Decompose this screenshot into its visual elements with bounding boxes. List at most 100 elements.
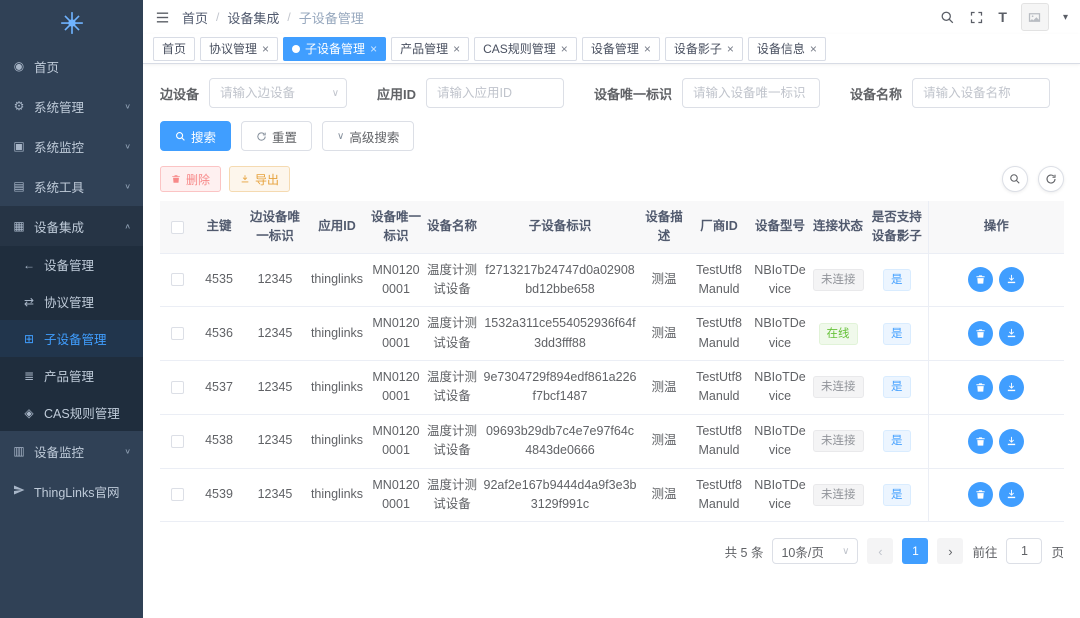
reset-button[interactable]: 重置 <box>241 121 312 151</box>
form-item-edge-device: 边设备 ∨ <box>160 78 347 108</box>
advanced-search-button[interactable]: ∨ 高级搜索 <box>322 121 414 151</box>
close-icon[interactable]: × <box>453 43 460 55</box>
prev-page-button[interactable]: ‹ <box>867 538 893 564</box>
close-icon[interactable]: × <box>727 43 734 55</box>
breadcrumb-item-home[interactable]: 首页 <box>182 8 208 27</box>
row-checkbox[interactable] <box>171 273 184 286</box>
search-button[interactable]: 搜索 <box>160 121 231 151</box>
edge-device-select[interactable] <box>209 78 347 108</box>
navbar: 首页 / 设备集成 / 子设备管理 T ▾ <box>143 0 1080 34</box>
avatar[interactable] <box>1021 3 1049 31</box>
cell-device-name: 温度计测试设备 <box>424 253 480 307</box>
cell-description: 测温 <box>640 361 688 415</box>
sidebar-item-label: 子设备管理 <box>44 329 107 348</box>
shadow-action-button[interactable] <box>999 375 1024 400</box>
cell-edge-id: 12345 <box>244 253 306 307</box>
sidebar-item-protocol-management[interactable]: ⇄ 协议管理 <box>0 283 143 320</box>
shadow-action-button[interactable] <box>999 482 1024 507</box>
refresh-table-button[interactable] <box>1038 166 1064 192</box>
delete-action-button[interactable] <box>968 321 993 346</box>
cell-shadow: 是 <box>866 253 928 307</box>
select-all-checkbox[interactable] <box>171 221 184 234</box>
close-icon[interactable]: × <box>561 43 568 55</box>
tag-subdevice-management[interactable]: 子设备管理 × <box>283 37 386 61</box>
delete-action-button[interactable] <box>968 267 993 292</box>
sidebar-toggle-icon[interactable] <box>155 10 170 25</box>
close-icon[interactable]: × <box>262 43 269 55</box>
cell-actions <box>928 307 1064 361</box>
delete-action-button[interactable] <box>968 375 993 400</box>
tag-home[interactable]: 首页 <box>153 37 195 61</box>
sidebar-item-device-integration[interactable]: ▦ 设备集成 ∧ <box>0 206 143 246</box>
sidebar-item-system-monitor[interactable]: ▣ 系统监控 ∨ <box>0 126 143 166</box>
pagination: 共 5 条 10条/页 ∨ ‹ 1 › 前往 页 <box>160 538 1064 564</box>
goto-label: 前往 <box>972 542 997 561</box>
row-checkbox[interactable] <box>171 488 184 501</box>
col-header-primary-key: 主键 <box>194 201 244 253</box>
search-form: 边设备 ∨ 应用ID 设备唯一标识 <box>160 78 1064 108</box>
download-icon <box>240 174 250 184</box>
trash-icon <box>975 328 986 339</box>
cell-status: 未连接 <box>810 253 866 307</box>
app-root: ◉ 首页 ⚙ 系统管理 ∨ ▣ 系统监控 ∨ ▤ 系统工具 ∨ ▦ 设备集成 ∧ <box>0 0 1080 618</box>
device-management-icon: ← <box>22 258 36 272</box>
sidebar-item-official-site[interactable]: ThingLinks官网 <box>0 471 143 511</box>
row-checkbox[interactable] <box>171 327 184 340</box>
shadow-action-button[interactable] <box>999 429 1024 454</box>
tag-device-management[interactable]: 设备管理 × <box>582 37 660 61</box>
tag-device-shadow[interactable]: 设备影子 × <box>665 37 743 61</box>
search-icon[interactable] <box>940 10 955 25</box>
row-checkbox[interactable] <box>171 381 184 394</box>
shadow-action-button[interactable] <box>999 267 1024 292</box>
next-page-button[interactable]: › <box>937 538 963 564</box>
close-icon[interactable]: × <box>644 43 651 55</box>
close-icon[interactable]: × <box>810 43 817 55</box>
tag-label: 产品管理 <box>400 40 448 57</box>
sidebar-item-label: 设备监控 <box>34 442 84 461</box>
caret-down-icon[interactable]: ▾ <box>1063 12 1068 23</box>
tag-device-info[interactable]: 设备信息 × <box>748 37 826 61</box>
goto-page-input[interactable] <box>1006 538 1042 564</box>
form-item-app-id: 应用ID <box>377 78 564 108</box>
search-icon <box>1009 173 1021 185</box>
tag-cas-rules[interactable]: CAS规则管理 × <box>474 37 577 61</box>
sidebar-item-label: 设备集成 <box>34 217 84 236</box>
page-1-button[interactable]: 1 <box>902 538 928 564</box>
cell-edge-id: 12345 <box>244 307 306 361</box>
shadow-action-button[interactable] <box>999 321 1024 346</box>
sidebar-item-cas-rules[interactable]: ◈ CAS规则管理 <box>0 394 143 431</box>
close-icon[interactable]: × <box>370 43 377 55</box>
export-button[interactable]: 导出 <box>229 166 290 192</box>
fullscreen-icon[interactable] <box>969 10 984 25</box>
sidebar-item-label: 系统监控 <box>34 137 84 156</box>
device-unique-id-input[interactable] <box>682 78 820 108</box>
table-row: 453812345thinglinksMN01200001温度计测试设备0969… <box>160 414 1064 468</box>
app-id-input[interactable] <box>426 78 564 108</box>
cell-app-id: thinglinks <box>306 253 368 307</box>
delete-button[interactable]: 删除 <box>160 166 221 192</box>
delete-action-button[interactable] <box>968 429 993 454</box>
chevron-up-icon: ∧ <box>124 222 131 231</box>
subdevice-icon: ⊞ <box>22 332 36 346</box>
cell-device-name: 温度计测试设备 <box>424 468 480 522</box>
tag-protocol-management[interactable]: 协议管理 × <box>200 37 278 61</box>
cell-unique-id: MN01200001 <box>368 414 424 468</box>
breadcrumb-item-device-integration[interactable]: 设备集成 <box>227 8 279 27</box>
tag-product-management[interactable]: 产品管理 × <box>391 37 469 61</box>
sidebar-item-subdevice-management[interactable]: ⊞ 子设备管理 <box>0 320 143 357</box>
cell-model: NBIoTDevice <box>750 253 810 307</box>
sidebar-item-device-monitor[interactable]: ▥ 设备监控 ∨ <box>0 431 143 471</box>
device-name-input[interactable] <box>912 78 1050 108</box>
page-size-select[interactable]: 10条/页 ∨ <box>772 538 858 564</box>
sidebar-item-product-management[interactable]: ≣ 产品管理 <box>0 357 143 394</box>
sidebar-item-system-tools[interactable]: ▤ 系统工具 ∨ <box>0 166 143 206</box>
font-size-icon[interactable]: T <box>998 10 1007 24</box>
toggle-search-button[interactable] <box>1002 166 1028 192</box>
thinglinks-logo[interactable] <box>0 0 143 46</box>
row-checkbox[interactable] <box>171 435 184 448</box>
sidebar-item-device-management[interactable]: ← 设备管理 <box>0 246 143 283</box>
sidebar-item-home[interactable]: ◉ 首页 <box>0 46 143 86</box>
sidebar-item-system-management[interactable]: ⚙ 系统管理 ∨ <box>0 86 143 126</box>
table-row: 453712345thinglinksMN01200001温度计测试设备9e73… <box>160 361 1064 415</box>
delete-action-button[interactable] <box>968 482 993 507</box>
